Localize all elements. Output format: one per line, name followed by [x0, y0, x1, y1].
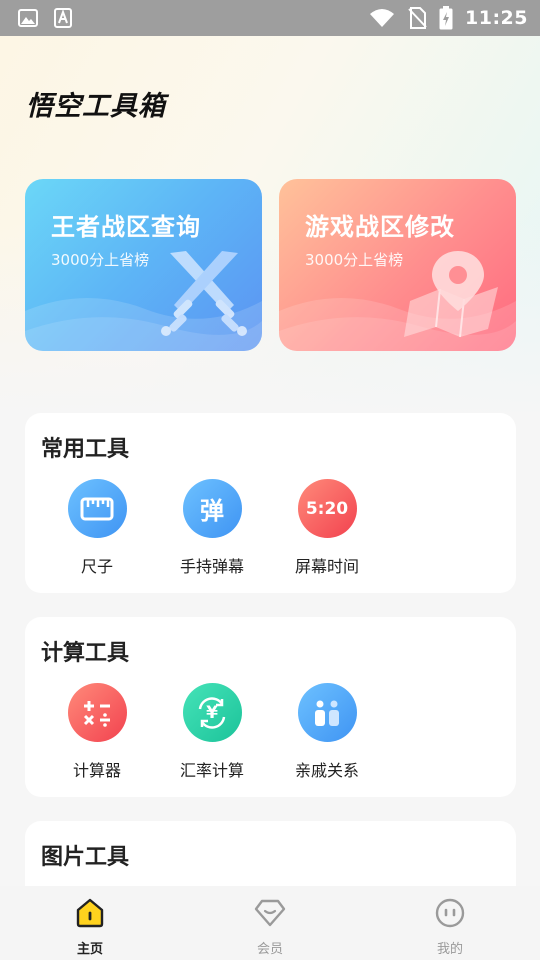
promo-subtitle: 3000分上省榜	[51, 251, 150, 269]
tab-label: 主页	[76, 942, 103, 957]
tool-relatives[interactable]: 亲戚关系	[277, 683, 377, 781]
home-icon	[50, 896, 130, 930]
tool-ruler[interactable]: 尺子	[47, 479, 147, 577]
section-title: 计算工具	[41, 641, 130, 666]
tool-exchange-rate[interactable]: ¥ 汇率计算	[162, 683, 262, 781]
tool-label: 计算器	[72, 761, 121, 780]
promo-card-zone-query[interactable]: 王者战区查询 3000分上省榜	[25, 179, 262, 351]
tool-label: 尺子	[80, 557, 113, 576]
section-title: 常用工具	[41, 437, 130, 462]
tab-label: 我的	[436, 942, 463, 957]
calculator-icon	[67, 683, 127, 742]
battery-charging-icon	[439, 6, 453, 30]
image-icon	[18, 9, 38, 27]
tool-label: 汇率计算	[179, 761, 244, 780]
crossed-swords-icon	[156, 247, 252, 343]
promo-title: 王者战区查询	[51, 213, 201, 241]
section-card-calc-tools: 计算工具 计算器 ¥ 汇率计算 亲戚关系	[25, 617, 516, 797]
promo-card-zone-modify[interactable]: 游戏战区修改 3000分上省榜	[279, 179, 516, 351]
tool-label: 屏幕时间	[294, 557, 359, 576]
tool-barrage[interactable]: 弹 手持弹幕	[162, 479, 262, 577]
tool-label: 亲戚关系	[294, 761, 359, 780]
profile-face-icon	[410, 896, 490, 930]
section-title: 图片工具	[41, 845, 130, 870]
tool-calculator[interactable]: 计算器	[47, 683, 147, 781]
tab-membership[interactable]: 会员	[230, 896, 310, 957]
relatives-icon	[297, 683, 357, 742]
yuan-glyph: ¥	[206, 702, 218, 723]
text-a-icon	[54, 8, 72, 28]
tool-label: 手持弹幕	[179, 557, 244, 576]
tab-home[interactable]: 主页	[50, 896, 130, 957]
currency-exchange-icon: ¥	[182, 683, 242, 742]
tab-label: 会员	[256, 942, 283, 957]
promo-title: 游戏战区修改	[305, 213, 455, 241]
clock-text-icon: 5:20	[297, 479, 357, 538]
ruler-icon	[67, 479, 127, 538]
map-pin-icon	[402, 245, 506, 343]
tool-screen-time[interactable]: 5:20 屏幕时间	[277, 479, 377, 577]
barrage-glyph: 弹	[200, 497, 224, 525]
app-title: 悟空工具箱	[26, 91, 166, 122]
diamond-icon	[230, 896, 310, 930]
status-time: 11:25	[465, 7, 528, 29]
promo-subtitle: 3000分上省榜	[305, 251, 404, 269]
bottom-tab-bar: 主页 会员 我的	[0, 886, 540, 960]
section-card-common-tools: 常用工具 尺子 弹 手持弹幕 5:20 屏幕时间	[25, 413, 516, 593]
tab-profile[interactable]: 我的	[410, 896, 490, 957]
status-bar: 11:25	[0, 0, 540, 36]
screen-time-glyph: 5:20	[305, 498, 349, 519]
wifi-icon	[369, 8, 395, 28]
barrage-icon: 弹	[182, 479, 242, 538]
no-sim-icon	[407, 7, 427, 29]
